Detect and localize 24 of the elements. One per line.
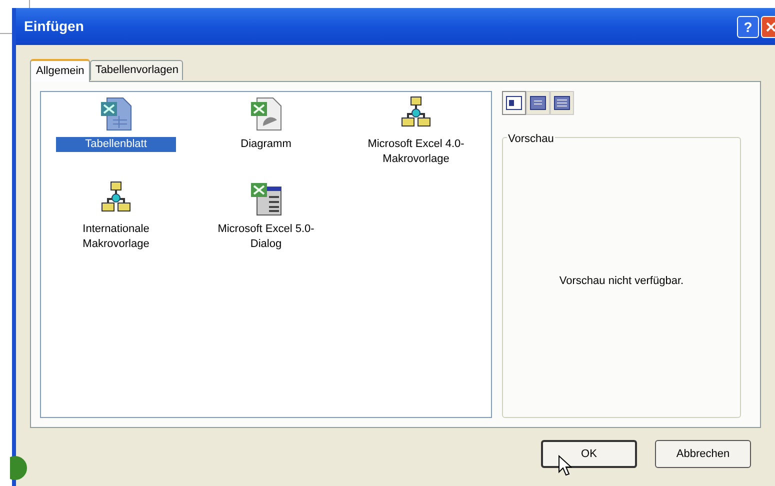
mouse-cursor-icon [558, 455, 572, 477]
close-button[interactable] [761, 16, 775, 38]
view-button[interactable] [550, 91, 574, 115]
ok-button[interactable]: OK [541, 440, 637, 468]
view-button[interactable] [502, 91, 526, 115]
template-item[interactable]: Diagramm [206, 137, 326, 152]
worksheet-icon [99, 96, 133, 132]
template-item[interactable]: Internationale Makrovorlage [56, 222, 176, 252]
dialog-sheet-icon [249, 181, 283, 217]
close-icon [765, 20, 775, 32]
cancel-button[interactable]: Abbrechen [655, 440, 751, 468]
template-item[interactable]: Microsoft Excel 5.0-Dialog [206, 222, 326, 252]
preview-message: Vorschau nicht verfügbar. [559, 274, 684, 290]
chart-sheet-icon [249, 96, 283, 132]
view-button[interactable] [526, 91, 550, 115]
help-button[interactable]: ? [737, 16, 759, 38]
list-view-icon [530, 96, 546, 110]
template-item[interactable]: Tabellenblatt [56, 137, 176, 152]
tab[interactable]: Allgemein [30, 59, 90, 82]
details-view-icon [554, 96, 570, 110]
window-title: Einfügen [24, 17, 85, 36]
template-item[interactable]: Microsoft Excel 4.0-Makrovorlage [356, 137, 476, 167]
large-icons-icon [506, 96, 522, 110]
tab[interactable]: Tabellenvorlagen [90, 60, 184, 80]
